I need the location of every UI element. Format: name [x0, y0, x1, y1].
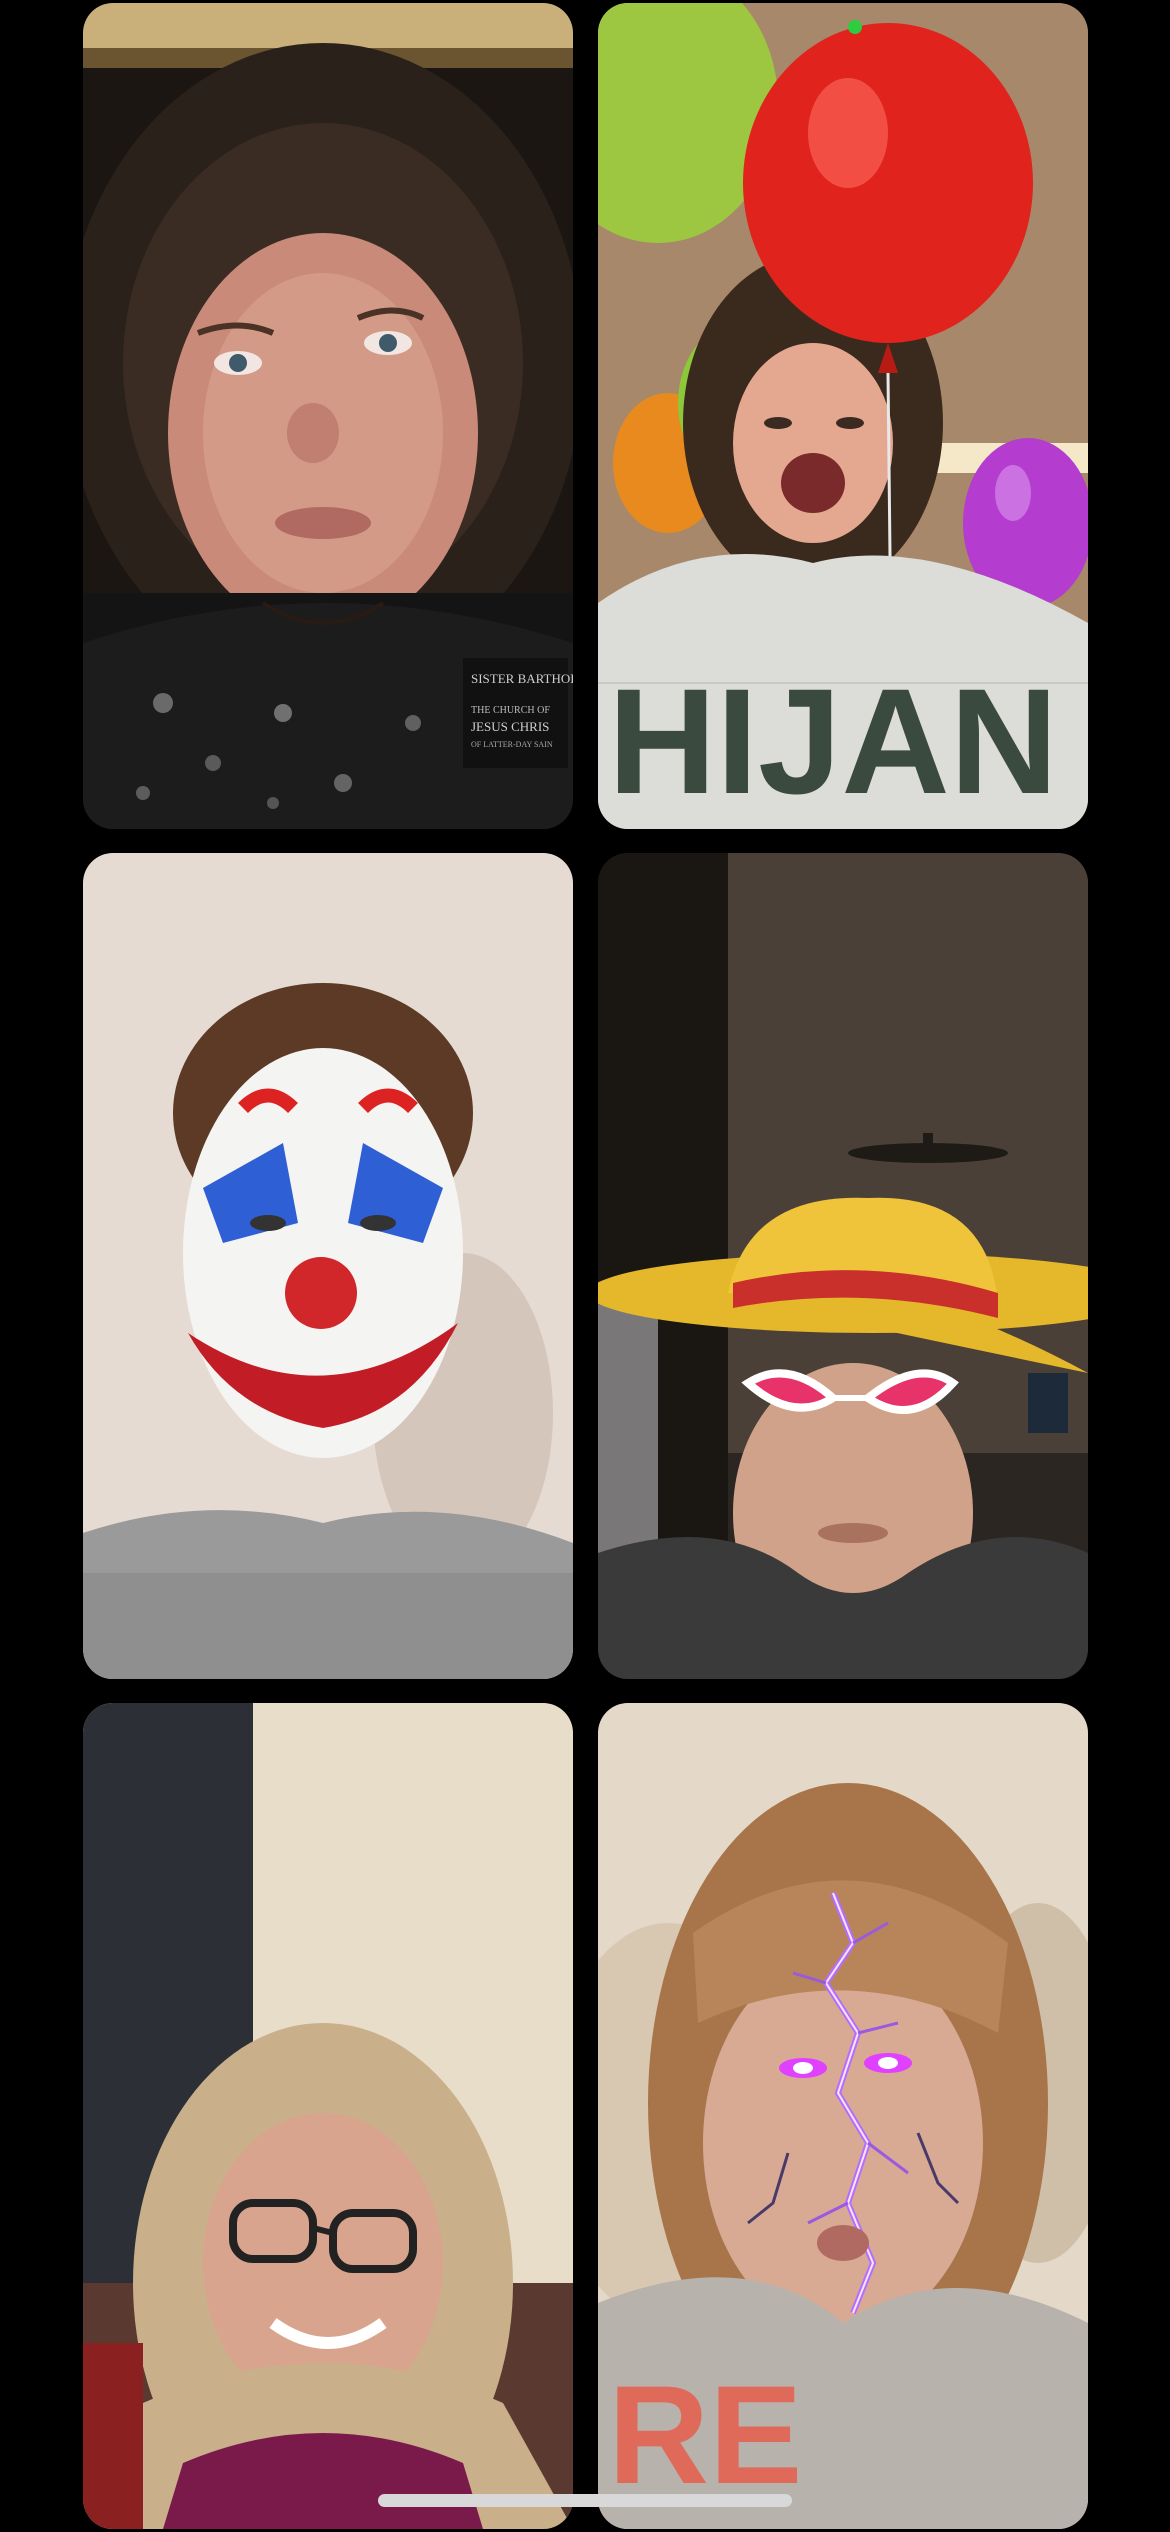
participant-6-video: RE: [598, 1703, 1088, 2529]
video-tile-participant-2[interactable]: HIJAN: [598, 3, 1088, 829]
name-badge-line-4: OF LATTER-DAY SAIN: [471, 740, 553, 749]
name-badge-line-1: SISTER BARTHOLOM: [471, 671, 573, 686]
video-tile-participant-4[interactable]: [598, 853, 1088, 1679]
video-tile-participant-5[interactable]: [83, 1703, 573, 2529]
camera-in-use-indicator: [848, 20, 862, 34]
name-badge-line-2: THE CHURCH OF: [471, 705, 550, 716]
participant-3-video: [83, 853, 573, 1679]
video-tile-participant-3[interactable]: [83, 853, 573, 1679]
shirt-print: RE: [608, 2356, 802, 2513]
participant-2-video: HIJAN: [598, 3, 1088, 829]
participant-5-video: [83, 1703, 573, 2529]
participant-4-video: [598, 853, 1088, 1679]
name-badge-line-3: JESUS CHRIS: [471, 719, 549, 734]
shirt-print: HIJAN: [608, 657, 1058, 825]
video-tile-participant-6[interactable]: RE: [598, 1703, 1088, 2529]
participant-1-video: SISTER BARTHOLOM THE CHURCH OF JESUS CHR…: [83, 3, 573, 829]
video-tile-participant-1[interactable]: SISTER BARTHOLOM THE CHURCH OF JESUS CHR…: [83, 3, 573, 829]
home-indicator[interactable]: [378, 2494, 792, 2507]
